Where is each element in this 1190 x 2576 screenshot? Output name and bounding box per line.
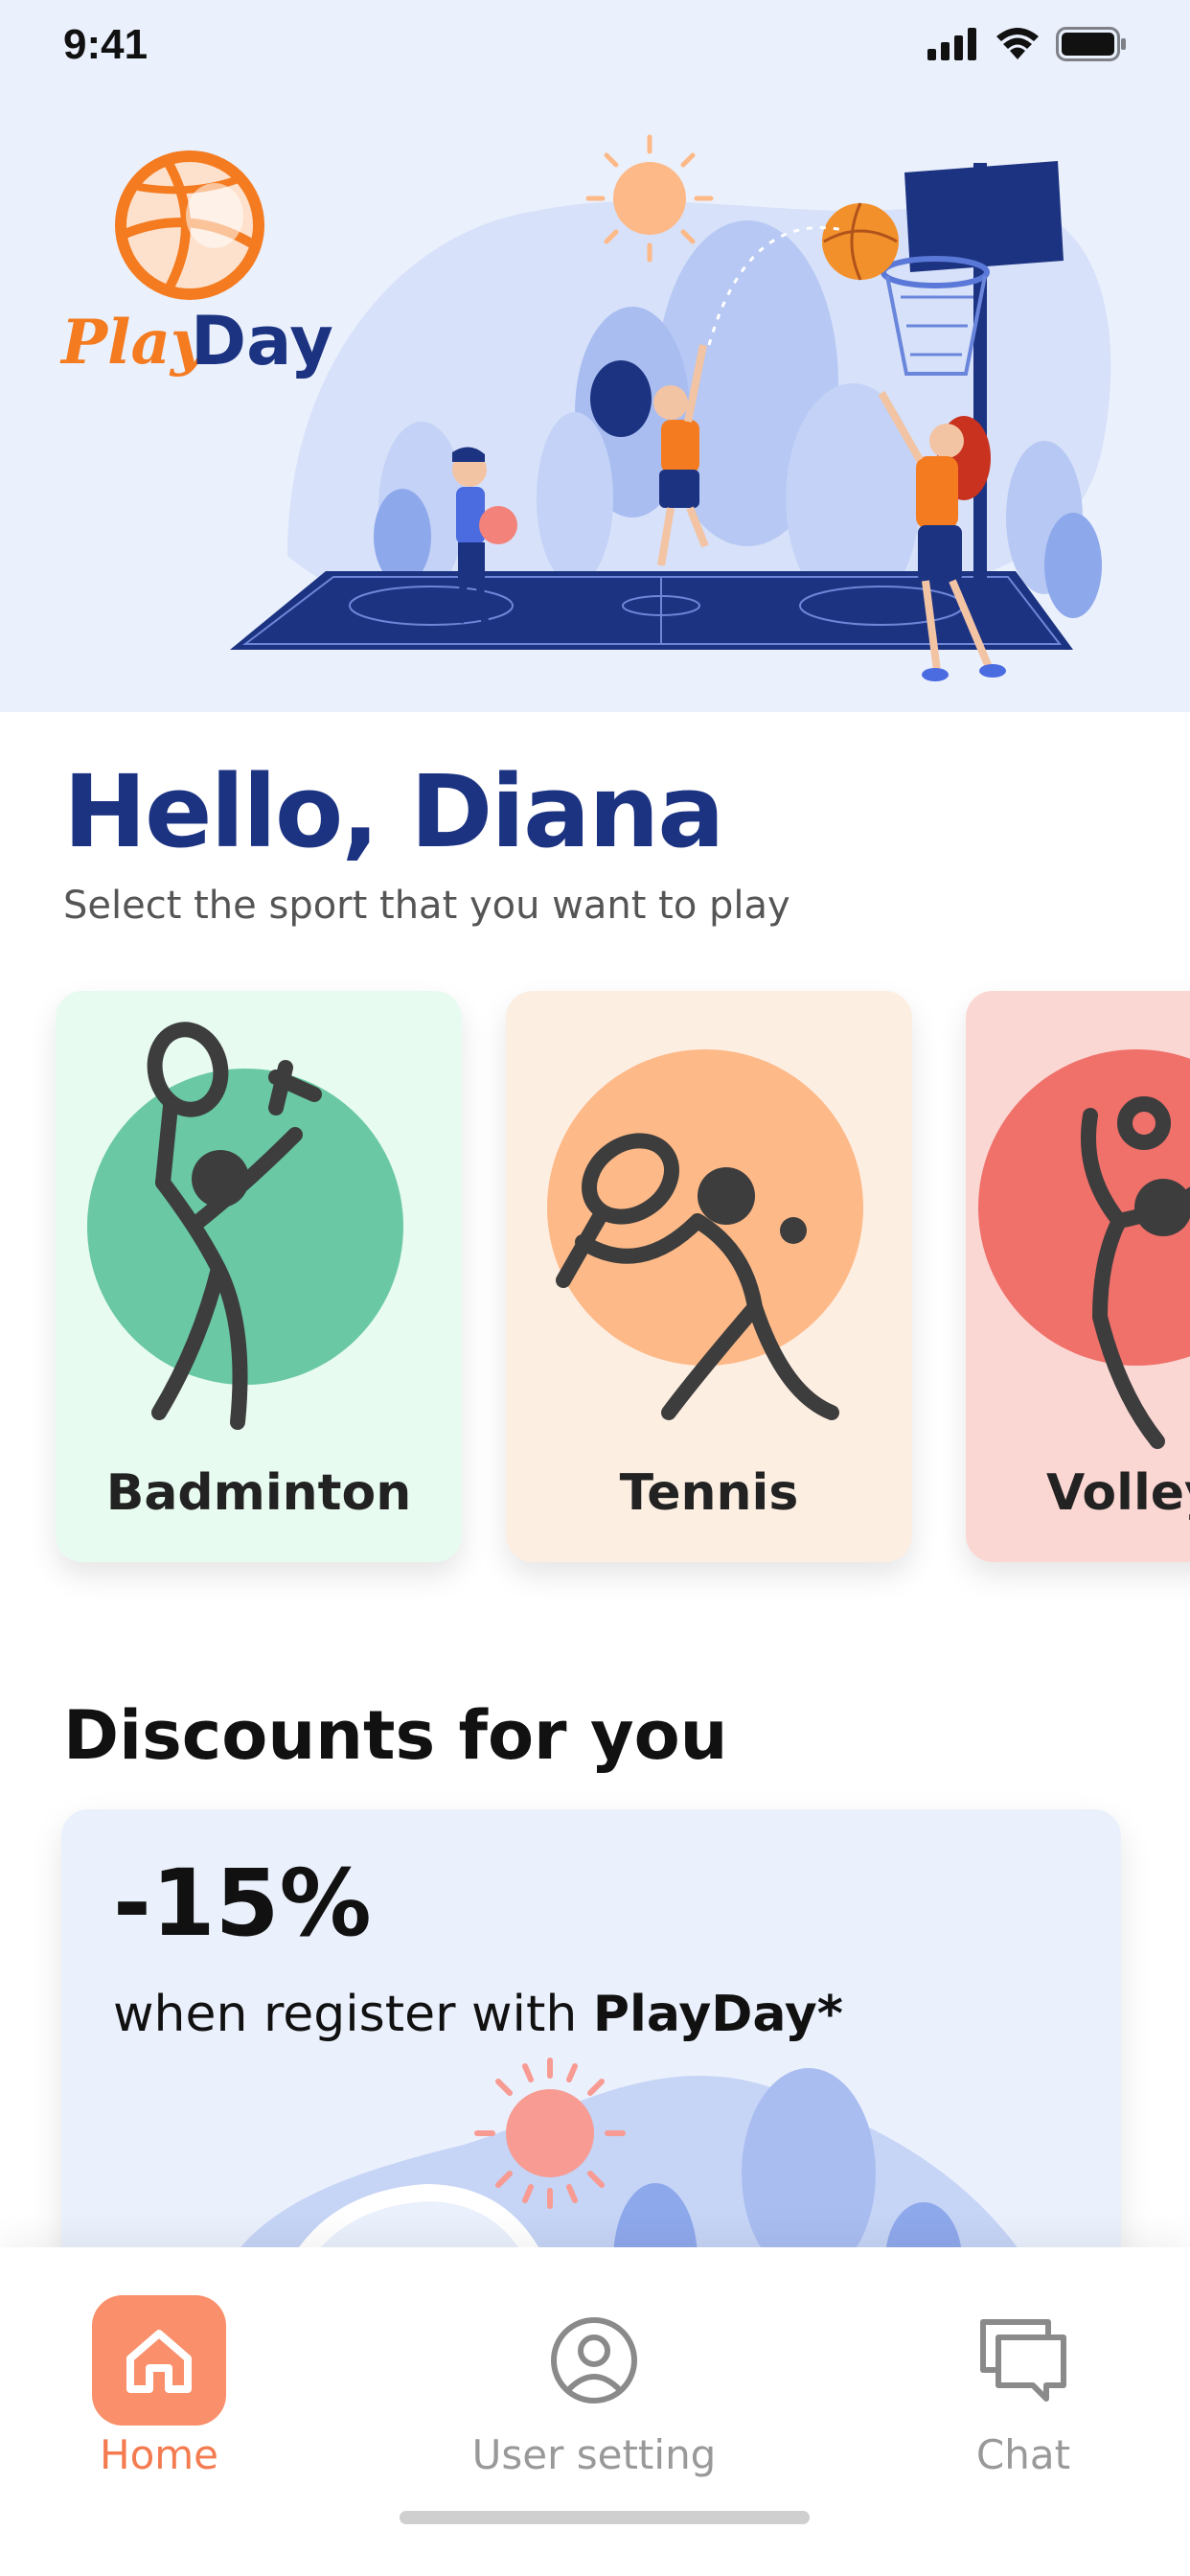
status-bar: 9:41 — [0, 0, 1190, 96]
tab-user-label: User setting — [471, 2431, 717, 2478]
sport-card-volley[interactable]: Volley — [966, 991, 1190, 1562]
discount-text: when register with PlayDay* — [113, 1986, 843, 2043]
discount-value: -15% — [113, 1850, 372, 1957]
greeting-subtitle: Select the sport that you want to play — [63, 884, 790, 928]
tab-user-setting[interactable]: User setting — [450, 2295, 738, 2487]
tab-chat[interactable]: Chat — [880, 2295, 1167, 2487]
sport-card-badminton[interactable]: Badminton — [56, 991, 462, 1562]
greeting-title: Hello, Diana — [63, 753, 724, 870]
tab-user-icon-bg — [527, 2295, 661, 2426]
sport-label-tennis: Tennis — [619, 1464, 799, 1522]
bottom-tab-bar: Home User setting Chat — [0, 2247, 1190, 2576]
home-indicator — [400, 2511, 810, 2524]
wifi-icon — [996, 28, 1039, 59]
tab-chat-label: Chat — [975, 2431, 1071, 2478]
sport-label-badminton: Badminton — [105, 1464, 412, 1522]
sport-label-volley: Volley — [1046, 1464, 1190, 1522]
discount-text-prefix: when register with — [113, 1986, 593, 2043]
tab-home-label: Home — [99, 2431, 219, 2478]
hero-banner: 9:41 Play Day — [0, 0, 1190, 712]
home-icon — [126, 2330, 192, 2393]
sport-card-tennis[interactable]: Tennis — [506, 991, 912, 1562]
playday-logo: Play Day — [61, 149, 349, 398]
discount-text-brand: PlayDay* — [592, 1986, 843, 2043]
home-screen: 9:41 Play Day Hello, Diana Select the sp… — [0, 0, 1190, 2576]
user-icon — [551, 2317, 637, 2404]
tab-chat-icon-bg — [956, 2295, 1090, 2426]
status-icons — [927, 27, 1127, 61]
status-time: 9:41 — [63, 21, 149, 68]
basketball-logo-icon — [115, 150, 264, 300]
logo-text-play: Play — [61, 307, 207, 379]
discounts-section-title: Discounts for you — [63, 1696, 728, 1775]
tab-home-icon-bg — [92, 2295, 226, 2426]
logo-text-day: Day — [191, 302, 333, 380]
tab-home[interactable]: Home — [15, 2295, 303, 2487]
chat-icon — [980, 2319, 1066, 2402]
battery-icon — [1056, 27, 1126, 61]
signal-icon — [927, 28, 976, 60]
